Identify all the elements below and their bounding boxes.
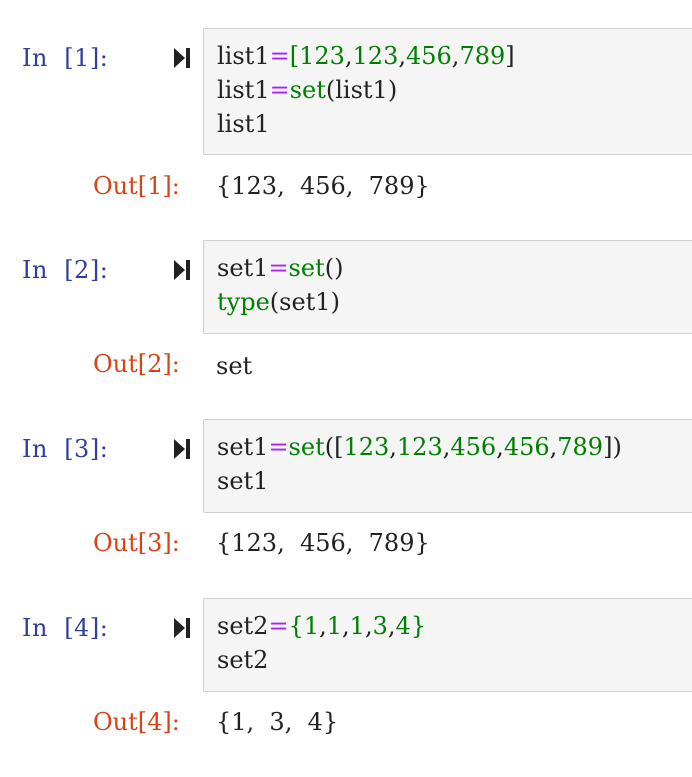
- code-token: 1: [349, 612, 365, 640]
- code-token: ,: [364, 612, 373, 640]
- code-token: (list1): [325, 76, 398, 104]
- code-token: set1: [217, 254, 269, 282]
- code-line: list1=set(list1): [217, 73, 692, 107]
- code-token: set1: [217, 467, 269, 495]
- code-token: =: [268, 433, 289, 461]
- code-token: (): [324, 254, 344, 282]
- code-token: 1: [303, 612, 320, 640]
- code-token: list1: [217, 76, 270, 104]
- code-line: list1: [217, 107, 692, 141]
- in-prompt: In [4]:: [22, 614, 109, 642]
- code-token: ,: [398, 42, 406, 70]
- in-prompt: In [3]:: [22, 435, 109, 463]
- run-cell-icon[interactable]: [172, 259, 192, 281]
- output-value: {1, 3, 4}: [216, 708, 339, 736]
- code-token: ,: [342, 612, 350, 640]
- code-token: =: [269, 42, 290, 70]
- output-value: {123, 456, 789}: [216, 529, 430, 557]
- out-prompt: Out[3]:: [93, 529, 180, 557]
- out-prompt: Out[4]:: [93, 708, 180, 736]
- code-token: 123: [396, 433, 443, 461]
- code-line: list1=[123,123,456,789]: [217, 39, 692, 73]
- code-line: set2: [217, 643, 692, 677]
- code-line: set1=set(): [217, 251, 692, 285]
- code-token: set1: [217, 433, 269, 461]
- code-token: ]: [505, 42, 515, 70]
- code-input[interactable]: set1=set([123,123,456,456,789]) set1: [203, 419, 692, 513]
- run-cell-icon[interactable]: [172, 438, 192, 460]
- code-token: 123: [352, 42, 399, 70]
- output-value: set: [216, 352, 253, 380]
- code-token: 789: [557, 433, 604, 461]
- code-token: 123: [343, 433, 390, 461]
- code-token: ,: [387, 612, 396, 640]
- code-token: 123: [299, 42, 345, 70]
- code-input[interactable]: set2={1,1,1,3,4} set2: [203, 598, 692, 692]
- code-token: ,: [389, 433, 397, 461]
- code-token: 456: [450, 433, 497, 461]
- code-token: 456: [405, 42, 452, 70]
- code-token: =: [268, 612, 289, 640]
- code-token: 789: [459, 42, 506, 70]
- code-line: set1: [217, 464, 692, 498]
- code-token: set2: [217, 646, 269, 674]
- code-token: set: [289, 76, 326, 104]
- code-input[interactable]: set1=set() type(set1): [203, 240, 692, 334]
- code-token: list1: [217, 42, 270, 70]
- code-token: set: [288, 433, 325, 461]
- code-token: ([: [324, 433, 344, 461]
- code-token: ,: [319, 612, 327, 640]
- code-token: set: [288, 254, 325, 282]
- code-line: set1=set([123,123,456,456,789]): [217, 430, 692, 464]
- output-value: {123, 456, 789}: [216, 172, 430, 200]
- in-prompt: In [2]:: [22, 256, 109, 284]
- code-token: list1: [217, 110, 270, 138]
- code-token: =: [268, 254, 289, 282]
- code-token: 456: [503, 433, 550, 461]
- code-token: [: [289, 42, 300, 70]
- code-token: (set1): [269, 288, 340, 316]
- code-token: set2: [217, 612, 269, 640]
- code-token: ,: [496, 433, 504, 461]
- code-token: 4: [395, 612, 411, 640]
- code-token: ]): [603, 433, 622, 461]
- code-token: ,: [344, 42, 353, 70]
- code-token: type: [217, 288, 270, 316]
- out-prompt: Out[1]:: [93, 172, 180, 200]
- run-cell-icon[interactable]: [172, 617, 192, 639]
- code-line: set2={1,1,1,3,4}: [217, 609, 692, 643]
- code-line: type(set1): [217, 285, 692, 319]
- in-prompt: In [1]:: [22, 44, 109, 72]
- code-token: 3: [372, 612, 388, 640]
- code-input[interactable]: list1=[123,123,456,789] list1=set(list1)…: [203, 28, 692, 155]
- code-token: {: [288, 612, 304, 640]
- code-token: =: [269, 76, 290, 104]
- out-prompt: Out[2]:: [93, 350, 180, 378]
- code-token: 1: [326, 612, 343, 640]
- code-token: }: [410, 612, 427, 640]
- run-cell-icon[interactable]: [172, 47, 192, 69]
